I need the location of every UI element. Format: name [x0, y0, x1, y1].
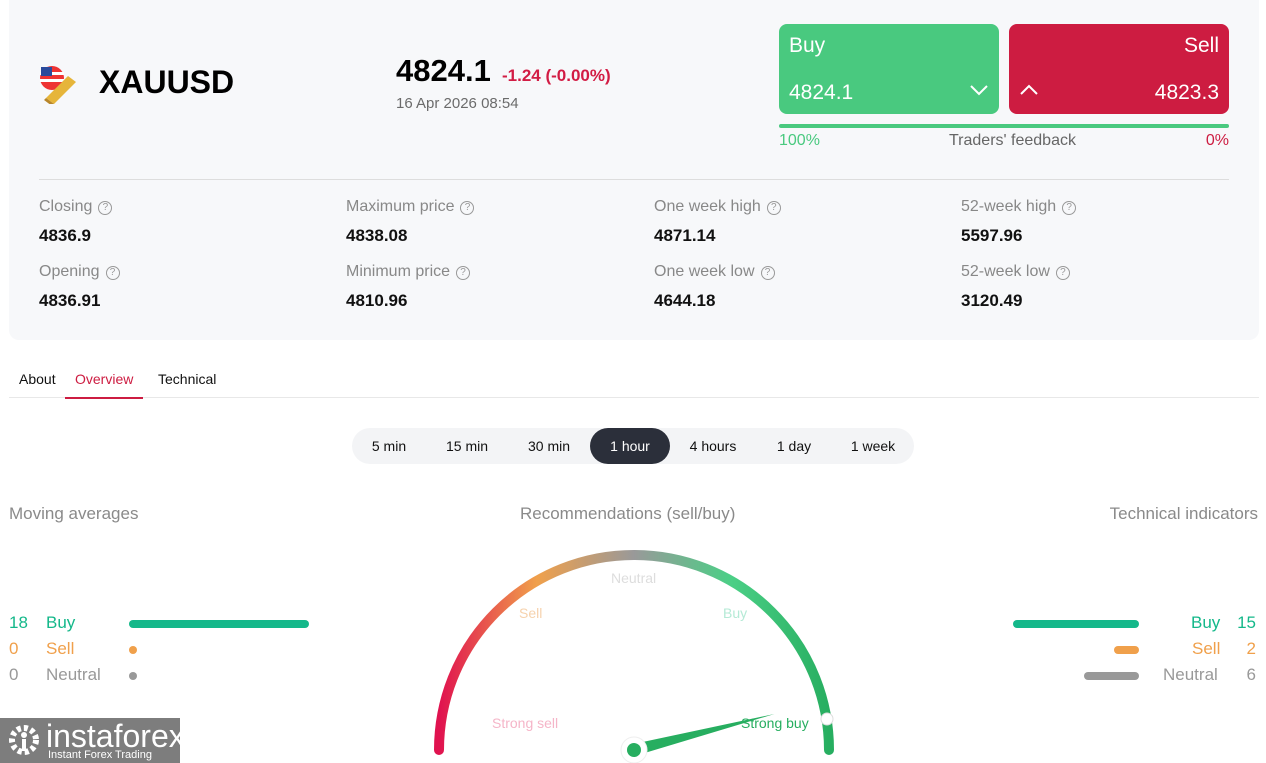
recommendations-title: Recommendations (sell/buy): [520, 504, 736, 523]
help-icon[interactable]: ?: [766, 201, 781, 215]
stat-value: 4836.9: [39, 226, 91, 245]
help-icon[interactable]: ?: [460, 201, 475, 215]
tab-bar: About Overview Technical: [9, 362, 1259, 399]
period-1hour[interactable]: 1 hour: [590, 428, 670, 464]
help-icon[interactable]: ?: [760, 266, 775, 280]
buy-label: Buy: [789, 34, 826, 57]
ma-neutral-count: 0: [9, 665, 19, 684]
moving-averages-title: Moving averages: [9, 504, 139, 523]
quote-datetime: 16 Apr 2026 08:54: [396, 95, 519, 112]
tab-overview[interactable]: Overview: [65, 371, 144, 399]
ti-sell-label: Sell: [1192, 639, 1221, 658]
ma-buy-label: Buy: [46, 613, 76, 632]
stat-value: 5597.96: [961, 226, 1023, 245]
gauge-label-strong-buy: Strong buy: [741, 715, 809, 731]
logo-name: instaforex: [46, 718, 185, 754]
stat-label-text: 52-week high: [961, 198, 1057, 215]
stat-value: 4838.08: [346, 226, 408, 245]
stat-value: 4810.96: [346, 291, 408, 310]
period-5min[interactable]: 5 min: [352, 428, 426, 464]
divider: [39, 179, 1229, 180]
needle-hub-dot: [627, 743, 641, 757]
help-icon[interactable]: ?: [456, 266, 471, 280]
stat-label: Minimum price?: [346, 263, 471, 281]
tab-technical[interactable]: Technical: [148, 371, 226, 397]
technical-indicators-title: Technical indicators: [1109, 504, 1258, 523]
help-icon[interactable]: ?: [1055, 266, 1070, 280]
stat-label-text: Maximum price: [346, 198, 455, 215]
instaforex-logo: instaforex Instant Forex Trading: [0, 718, 185, 763]
instrument-symbol: XAUUSD: [99, 64, 235, 100]
stat-label: Maximum price?: [346, 198, 475, 216]
traders-feedback-bar: [779, 124, 1229, 128]
gauge-needle: [632, 713, 775, 756]
buy-percent: 100%: [779, 132, 820, 149]
help-icon[interactable]: ?: [1062, 201, 1077, 215]
ti-buy-count: 15: [1237, 613, 1256, 632]
period-selector: 5 min 15 min 30 min 1 hour 4 hours 1 day…: [352, 428, 914, 464]
ti-neutral-label: Neutral: [1163, 665, 1218, 684]
recommendation-gauge: Strong sell Sell Neutral Buy Strong buy: [434, 550, 834, 763]
gauge-marker: [820, 712, 834, 726]
stat-label-text: Closing: [39, 198, 93, 215]
gauge-label-sell: Sell: [519, 605, 542, 621]
chevron-down-icon: [969, 80, 989, 103]
stat-label: 52-week high?: [961, 198, 1077, 216]
current-price: 4824.1: [396, 53, 491, 88]
stat-label-text: Minimum price: [346, 263, 451, 280]
ti-sell-count: 2: [1246, 639, 1256, 658]
gauge-label-strong-sell: Strong sell: [492, 715, 558, 731]
ti-buy-bar: [1013, 620, 1139, 628]
stat-label: One week low?: [654, 263, 775, 281]
ma-sell-label: Sell: [46, 639, 75, 658]
ma-neutral-label: Neutral: [46, 665, 101, 684]
stat-label: Closing?: [39, 198, 113, 216]
gauge-label-neutral: Neutral: [611, 570, 656, 586]
sell-price: 4823.3: [1154, 81, 1219, 104]
sell-button[interactable]: Sell 4823.3: [1009, 24, 1229, 114]
buy-button[interactable]: Buy 4824.1: [779, 24, 999, 114]
sell-percent: 0%: [1205, 132, 1229, 149]
ti-sell-bar: [1114, 646, 1139, 654]
logo-tagline: Instant Forex Trading: [48, 749, 152, 761]
period-30min[interactable]: 30 min: [508, 428, 590, 464]
stat-label: 52-week low?: [961, 263, 1070, 281]
stat-label-text: Opening: [39, 263, 100, 280]
tab-about[interactable]: About: [9, 371, 66, 397]
traders-feedback-label: Traders' feedback: [949, 132, 1076, 149]
ma-buy-count: 18: [9, 613, 28, 632]
period-1day[interactable]: 1 day: [756, 428, 832, 464]
stat-value: 3120.49: [961, 291, 1023, 310]
period-15min[interactable]: 15 min: [426, 428, 508, 464]
stat-value: 4644.18: [654, 291, 716, 310]
stat-label: Opening?: [39, 263, 120, 281]
stat-label-text: One week high: [654, 198, 761, 215]
ma-sell-count: 0: [9, 639, 19, 658]
stat-label-text: One week low: [654, 263, 755, 280]
sell-label: Sell: [1183, 34, 1219, 57]
buy-price: 4824.1: [789, 81, 854, 104]
ma-sell-bar: [129, 646, 137, 654]
stat-value: 4871.14: [654, 226, 716, 245]
ti-neutral-bar: [1084, 672, 1139, 680]
ti-neutral-count: 6: [1246, 665, 1256, 684]
gauge-label-buy: Buy: [723, 605, 747, 621]
period-4hours[interactable]: 4 hours: [670, 428, 756, 464]
ma-buy-bar: [129, 620, 309, 628]
gold-flag-icon: [38, 64, 80, 106]
ma-neutral-bar: [129, 672, 137, 680]
stat-label: One week high?: [654, 198, 781, 216]
ti-buy-label: Buy: [1191, 613, 1221, 632]
gear-logo-icon: [9, 725, 39, 755]
help-icon[interactable]: ?: [98, 201, 113, 215]
help-icon[interactable]: ?: [105, 266, 120, 280]
chevron-up-icon: [1019, 80, 1039, 103]
stat-label-text: 52-week low: [961, 263, 1050, 280]
stat-value: 4836.91: [39, 291, 101, 310]
price-change: -1.24 (-0.00%): [502, 66, 611, 85]
period-1week[interactable]: 1 week: [832, 428, 914, 464]
